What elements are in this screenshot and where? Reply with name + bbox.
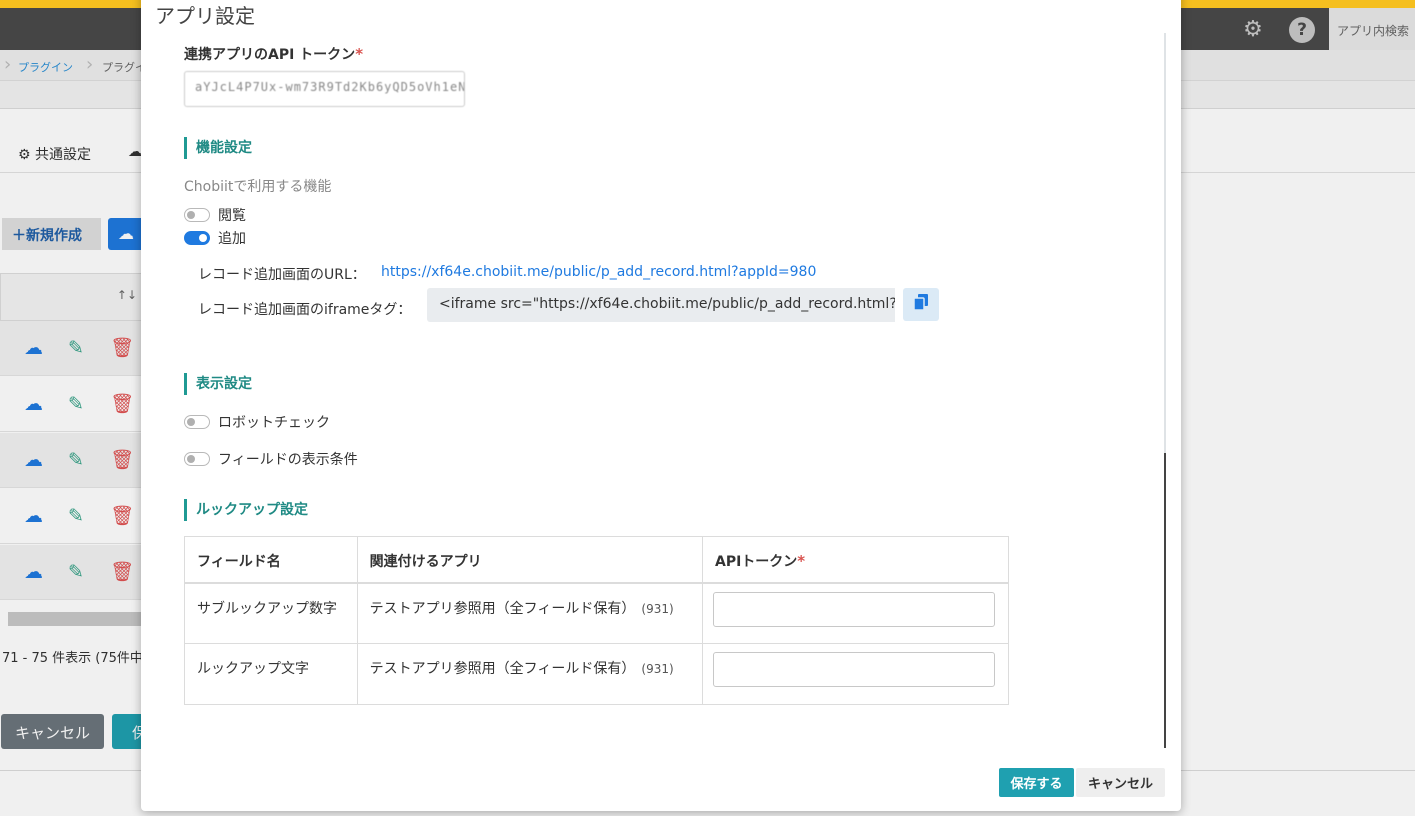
- table-row: ルックアップ文字 テストアプリ参照用（全フィールド保有） (931): [184, 643, 1010, 705]
- cloud-upload-icon[interactable]: ☁: [24, 506, 43, 526]
- field-condition-label: フィールドの表示条件: [218, 452, 358, 468]
- lookup-app-count: (931): [641, 601, 674, 616]
- gear-icon[interactable]: ⚙: [1240, 17, 1266, 43]
- edit-icon[interactable]: ✎: [68, 506, 84, 526]
- lookup-app-name: テストアプリ参照用（全フィールド保有）: [369, 600, 636, 617]
- trash-icon[interactable]: 🗑: [110, 506, 134, 526]
- table-row: ☁ ✎ 🗑: [0, 545, 142, 600]
- lookup-app-cell: テストアプリ参照用（全フィールド保有） (931): [356, 643, 703, 705]
- background-save-button[interactable]: 保: [112, 714, 142, 749]
- column-header-token-text: APIトークン: [714, 554, 798, 570]
- table-row: ☁ ✎ 🗑: [0, 321, 142, 376]
- toggle-view-label: 閲覧: [218, 208, 246, 224]
- cloud-upload-icon[interactable]: ☁: [24, 338, 43, 358]
- column-header-token: APIトークン*: [701, 536, 1010, 584]
- required-mark: *: [797, 552, 806, 570]
- toggle-add[interactable]: 追加: [184, 228, 246, 248]
- edit-icon[interactable]: ✎: [68, 394, 84, 414]
- display-section-title: 表示設定: [184, 373, 252, 395]
- cloud-upload-icon[interactable]: ☁: [24, 562, 43, 582]
- edit-icon[interactable]: ✎: [68, 562, 84, 582]
- toggle-view[interactable]: 閲覧: [184, 205, 246, 225]
- horizontal-scrollbar[interactable]: [8, 612, 142, 626]
- copy-icon: [913, 294, 928, 311]
- api-token-label: 連携アプリのAPI トークン*: [184, 44, 363, 64]
- lookup-app-cell: テストアプリ参照用（全フィールド保有） (931): [356, 582, 703, 644]
- tab-common-settings[interactable]: ⚙ 共通設定: [18, 144, 91, 164]
- lookup-app-name: テストアプリ参照用（全フィールド保有）: [369, 661, 636, 677]
- chevron-right-icon: ›: [4, 54, 12, 75]
- breadcrumb-item-current[interactable]: プラグイ: [102, 59, 146, 75]
- cloud-upload-icon: ☁: [118, 224, 134, 243]
- cloud-upload-icon[interactable]: ☁: [24, 450, 43, 470]
- chevron-right-icon: ›: [86, 54, 94, 75]
- robot-check-label: ロボットチェック: [218, 415, 330, 431]
- lookup-field-name: ルックアップ文字: [184, 643, 358, 705]
- iframe-tag-label: レコード追加画面のiframeタグ：: [198, 302, 412, 318]
- cloud-icon[interactable]: ☁: [128, 144, 142, 160]
- sort-icon[interactable]: ↑↓: [117, 288, 137, 302]
- lookup-section-title: ルックアップ設定: [184, 499, 308, 521]
- save-button[interactable]: 保存する: [999, 768, 1074, 797]
- lookup-app-count: (931): [641, 662, 674, 676]
- app-settings-modal: アプリ設定 連携アプリのAPI トークン* aYJcL4P7Ux-wm73R9T…: [141, 0, 1181, 811]
- toggle-field-condition[interactable]: フィールドの表示条件: [184, 449, 358, 469]
- toggle-robot-check[interactable]: ロボットチェック: [184, 412, 330, 432]
- modal-title: アプリ設定: [155, 4, 255, 28]
- copy-button[interactable]: [903, 288, 939, 321]
- lookup-field-name: サブルックアップ数字: [184, 582, 358, 644]
- feature-caption: Chobiitで利用する機能: [184, 179, 332, 195]
- table-row: ☁ ✎ 🗑: [0, 489, 142, 544]
- plus-icon: ＋: [12, 228, 26, 244]
- feature-section-title: 機能設定: [184, 137, 252, 159]
- new-button-label: 新規作成: [26, 228, 82, 244]
- lookup-token-cell: [701, 582, 1010, 644]
- tab-label: 共通設定: [35, 147, 92, 163]
- toggle-switch-robot-check[interactable]: [184, 415, 210, 429]
- lookup-table: フィールド名 関連付けるアプリ APIトークン* サブルックアップ数字 テストア…: [184, 536, 1010, 705]
- required-mark: *: [355, 45, 364, 63]
- table-header: ↑↓: [0, 273, 142, 321]
- toggle-add-label: 追加: [218, 231, 246, 247]
- iframe-tag-field[interactable]: <iframe src="https://xf64e.chobiit.me/pu…: [427, 288, 895, 322]
- table-row: サブルックアップ数字 テストアプリ参照用（全フィールド保有） (931): [184, 582, 1010, 644]
- api-token-input[interactable]: aYJcL4P7Ux-wm73R9Td2Kb6yQD5oVh1eN8Gf: [184, 71, 465, 107]
- toggle-switch-view[interactable]: [184, 208, 210, 222]
- list-count: 71 - 75 件表示 (75件中: [2, 651, 142, 666]
- column-header-field: フィールド名: [184, 536, 358, 584]
- column-header-app: 関連付けるアプリ: [356, 536, 703, 584]
- help-icon[interactable]: ?: [1289, 17, 1315, 43]
- trash-icon[interactable]: 🗑: [110, 562, 134, 582]
- api-token-label-text: 連携アプリのAPI トークン: [184, 47, 356, 63]
- lookup-table-header-row: フィールド名 関連付けるアプリ APIトークン*: [184, 536, 1010, 584]
- cancel-button[interactable]: キャンセル: [1076, 768, 1165, 797]
- cloud-upload-icon[interactable]: ☁: [24, 394, 43, 414]
- table-row: ☁ ✎ 🗑: [0, 433, 142, 488]
- trash-icon[interactable]: 🗑: [110, 394, 134, 414]
- edit-icon[interactable]: ✎: [68, 450, 84, 470]
- app-search-input[interactable]: アプリ内検索: [1329, 8, 1415, 50]
- toggle-switch-add[interactable]: [184, 231, 210, 245]
- record-url-link[interactable]: https://xf64e.chobiit.me/public/p_add_re…: [381, 264, 816, 280]
- modal-scrollbar-thumb[interactable]: [1164, 453, 1166, 748]
- lookup-token-input[interactable]: [712, 591, 995, 627]
- lookup-token-cell: [701, 643, 1010, 705]
- gear-icon: ⚙: [18, 147, 31, 163]
- lookup-token-input[interactable]: [712, 652, 995, 687]
- background-cancel-button[interactable]: キャンセル: [1, 714, 104, 749]
- edit-icon[interactable]: ✎: [68, 338, 84, 358]
- breadcrumb-item-plugin[interactable]: プラグイン: [18, 59, 73, 75]
- record-url-label: レコード追加画面のURL：: [198, 267, 366, 283]
- table-row: ☁ ✎ 🗑: [0, 377, 142, 432]
- toggle-switch-field-condition[interactable]: [184, 452, 210, 466]
- trash-icon[interactable]: 🗑: [110, 450, 134, 470]
- trash-icon[interactable]: 🗑: [110, 338, 134, 358]
- new-record-button[interactable]: ＋新規作成: [2, 218, 101, 250]
